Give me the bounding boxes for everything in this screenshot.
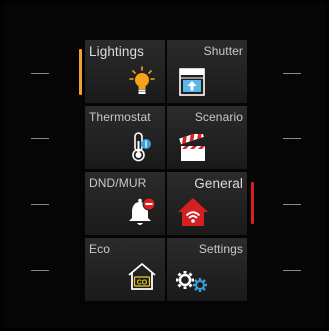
tile-eco[interactable]: Eco CO — [85, 238, 165, 301]
svg-text:CO: CO — [137, 280, 148, 287]
tile-label: Lightings — [89, 44, 144, 59]
shutter-icon — [179, 68, 205, 96]
side-indicator-right-1 — [283, 73, 301, 74]
clapperboard-icon — [179, 134, 207, 162]
switch-panel: Lightings Shutter Thermostat Scenario DN… — [0, 0, 329, 331]
bell-dnd-icon — [127, 196, 157, 228]
tile-general[interactable]: General — [167, 172, 247, 235]
side-indicator-left-1 — [31, 73, 49, 74]
tile-label: DND/MUR — [89, 176, 147, 190]
co2-home-icon: CO — [127, 262, 157, 292]
side-indicator-right-4 — [283, 270, 301, 271]
tile-lightings[interactable]: Lightings — [85, 40, 165, 103]
tile-shutter[interactable]: Shutter — [167, 40, 247, 103]
tile-label: General — [194, 176, 243, 191]
tile-dnd-mur[interactable]: DND/MUR — [85, 172, 165, 235]
thermometer-icon — [129, 132, 153, 162]
tile-settings[interactable]: Settings — [167, 238, 247, 301]
tile-label: Scenario — [194, 110, 243, 124]
tile-label: Shutter — [203, 44, 243, 58]
gears-icon — [175, 270, 211, 294]
active-indicator-red — [251, 182, 254, 224]
side-indicator-left-3 — [31, 204, 49, 205]
side-indicator-left-4 — [31, 270, 49, 271]
side-indicator-right-3 — [283, 204, 301, 205]
tile-label: Eco — [89, 242, 110, 256]
side-indicator-right-2 — [283, 138, 301, 139]
tile-label: Thermostat — [89, 110, 151, 124]
side-indicator-left-2 — [31, 138, 49, 139]
bulb-icon — [129, 66, 155, 96]
active-indicator-orange — [79, 49, 82, 95]
tile-thermostat[interactable]: Thermostat — [85, 106, 165, 169]
tile-label: Settings — [198, 242, 243, 256]
home-wifi-icon — [177, 196, 209, 228]
tile-scenario[interactable]: Scenario — [167, 106, 247, 169]
